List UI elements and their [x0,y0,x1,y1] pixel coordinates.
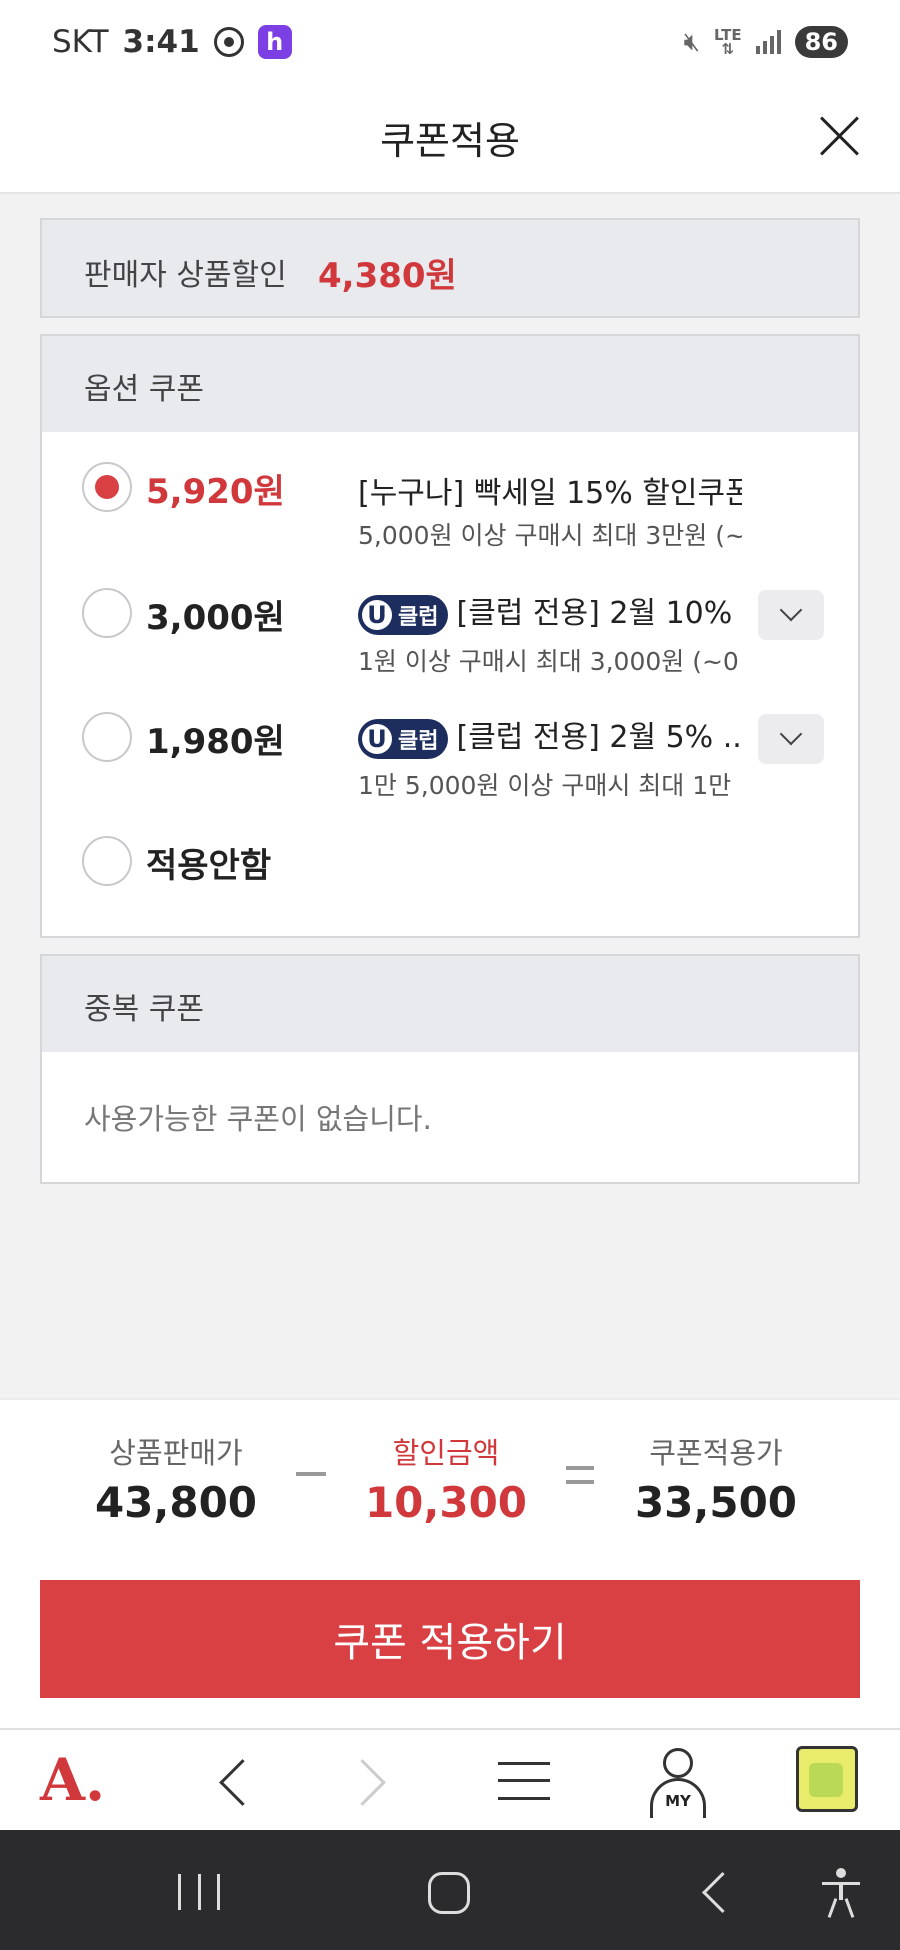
final-column: 쿠폰적용가 33,500 [606,1430,826,1527]
recent-apps-icon[interactable] [178,1874,220,1910]
coupon-condition: 1만 5,000원 이상 구매시 최대 1만 [358,771,732,800]
final-value: 33,500 [634,1478,798,1527]
coupon-amount: 1,980원 [146,722,285,762]
coupon-amount: 5,920원 [146,472,285,512]
browser-toolbar: A. MY [0,1728,900,1830]
final-label: 쿠폰적용가 [649,1436,783,1470]
coupon-none-row[interactable]: 적용안함 [42,806,858,926]
uclub-badge-label: 클럽 [398,604,439,630]
seller-discount-amount: 4,380원 [318,256,457,296]
option-coupon-header: 옵션 쿠폰 [42,336,858,432]
uclub-u-icon: U [362,599,392,630]
lte-icon: LTE ⇅ [714,26,742,58]
carrier-name: SKT [52,24,109,60]
coupon-name: [클럽 전용] 2월 10% ... [456,596,742,631]
home-icon[interactable] [428,1872,470,1914]
price-label: 상품판매가 [109,1436,243,1470]
uclub-badge: U 클럽 [358,718,449,759]
coupon-condition: 5,000원 이상 구매시 최대 3만원 (~ [358,521,742,550]
minus-icon [296,1472,326,1476]
empty-coupon-message: 사용가능한 쿠폰이 없습니다. [84,1102,432,1136]
price-value: 43,800 [94,1478,258,1527]
my-label: MY [665,1792,691,1810]
seller-discount-box: 판매자 상품할인 4,380원 [40,218,860,318]
my-page-icon[interactable]: MY [648,1748,708,1818]
auction-logo[interactable]: A. [40,1746,105,1814]
price-column: 상품판매가 43,800 [66,1430,286,1527]
header: 쿠폰적용 [0,92,900,194]
coupon-radio[interactable] [82,836,132,886]
chevron-down-icon[interactable] [758,590,824,640]
coupon-name-line: U 클럽 [클럽 전용] 2월 5% ... [358,712,742,759]
page-title: 쿠폰적용 [380,119,520,163]
discount-label: 할인금액 [392,1436,500,1470]
back-icon[interactable] [214,1760,250,1796]
menu-icon[interactable] [498,1762,550,1800]
coupon-name-line: U 클럽 [클럽 전용] 2월 10% ... [358,588,742,635]
uclub-badge-label: 클럽 [398,728,439,754]
system-back-icon[interactable] [700,1876,730,1906]
uclub-badge: U 클럽 [358,594,449,635]
status-right: 🔇︎ LTE ⇅ 86 [684,26,848,58]
duplicate-coupon-header: 중복 쿠폰 [42,956,858,1052]
battery-badge: 86 [794,26,848,58]
price-summary: 상품판매가 43,800 할인금액 10,300 쿠폰적용가 33,500 쿠폰… [0,1398,900,1728]
discount-value: 10,300 [364,1478,528,1527]
no-coupon-label: 적용안함 [146,846,272,886]
coupon-radio[interactable] [82,712,132,762]
uclub-u-icon: U [362,723,392,754]
camera-shutter-icon [213,27,244,57]
coupon-condition: 1원 이상 구매시 최대 3,000원 (~0 [358,647,739,676]
chevron-down-icon[interactable] [758,714,824,764]
network-type: LTE [714,26,742,44]
coupon-amount: 3,000원 [146,598,285,638]
coupon-name: [클럽 전용] 2월 5% ... [456,720,742,755]
h-app-icon: h [257,25,292,59]
accessibility-icon[interactable] [822,1868,862,1918]
system-nav-bar [0,1830,900,1950]
forward-icon[interactable] [352,1760,388,1796]
coupon-option-row[interactable]: 5,920원 [누구나] 빡세일 15% 할인쿠폰 5,000원 이상 구매시 … [42,432,858,558]
recent-product-thumbnail-icon[interactable] [796,1746,858,1812]
close-icon[interactable] [818,114,862,158]
duplicate-coupon-section: 중복 쿠폰 사용가능한 쿠폰이 없습니다. [40,954,860,1184]
equals-icon [566,1466,594,1484]
signal-icon [755,30,781,54]
option-coupon-section: 옵션 쿠폰 5,920원 [누구나] 빡세일 15% 할인쿠폰 5,000원 이… [40,334,860,938]
duplicate-coupon-title: 중복 쿠폰 [84,992,204,1027]
clock-time: 3:41 [122,24,200,60]
coupon-radio-selected[interactable] [82,462,132,512]
discount-column: 할인금액 10,300 [336,1430,556,1527]
option-coupon-title: 옵션 쿠폰 [84,372,204,407]
seller-discount-label: 판매자 상품할인 [84,258,287,293]
status-left: SKT 3:41 h [52,24,292,60]
apply-coupon-button[interactable]: 쿠폰 적용하기 [40,1580,860,1698]
coupon-option-row[interactable]: 3,000원 U 클럽 [클럽 전용] 2월 10% ... 1원 이상 구매시 최… [42,558,858,682]
mute-icon: 🔇︎ [683,26,701,57]
coupon-radio[interactable] [82,588,132,638]
status-bar: SKT 3:41 h 🔇︎ LTE ⇅ 86 [0,0,900,92]
coupon-name: [누구나] 빡세일 15% 할인쿠폰 [358,476,742,511]
coupon-option-row[interactable]: 1,980원 U 클럽 [클럽 전용] 2월 5% ... 1만 5,000원 이상… [42,682,858,806]
